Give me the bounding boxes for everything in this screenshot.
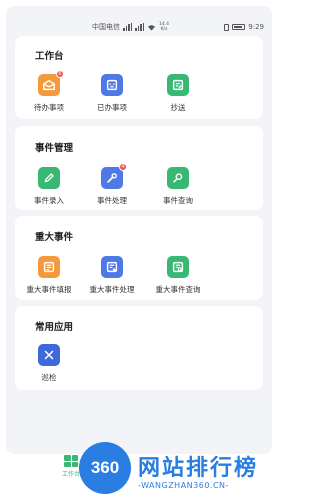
todo-label: 待办事项 — [34, 103, 64, 112]
section-major-events: 重大事件 重大事件填报 重大事件处理 重大事件查询 — [15, 216, 263, 300]
inspection-button[interactable]: 巡检 — [19, 344, 79, 383]
form-edit-icon — [38, 256, 60, 278]
cc-label: 抄送 — [170, 103, 186, 112]
major-event-report-button[interactable]: 重大事件填报 — [19, 256, 79, 295]
event-handle-label: 事件处理 — [97, 196, 127, 205]
wifi-icon — [148, 24, 155, 31]
event-handle-badge: 4 — [119, 163, 127, 171]
section-workbench: 工作台 6 待办事项 已办事项 抄送 — [15, 36, 263, 119]
todo-badge: 6 — [56, 70, 64, 78]
section-title: 事件管理 — [35, 143, 74, 154]
event-query-button[interactable]: 事件查询 — [148, 167, 208, 206]
major-event-query-label: 重大事件查询 — [155, 285, 201, 294]
watermark-logo-text: 360 — [90, 458, 120, 477]
signal-icon-2 — [135, 23, 144, 31]
event-entry-label: 事件录入 — [34, 196, 64, 205]
signal-icon — [123, 23, 132, 31]
section-event-management: 事件管理 事件录入 4 事件处理 事件查询 — [15, 126, 263, 210]
section-common-apps: 常用应用 巡检 — [15, 306, 263, 390]
network-speed-unit: K/s — [160, 27, 168, 32]
carrier-name: 中国电信 — [92, 23, 120, 31]
todo-items-button[interactable]: 6 待办事项 — [19, 70, 79, 113]
section-title: 常用应用 — [35, 322, 74, 333]
network-speed: 14.4 K/s — [159, 22, 169, 32]
watermark: 360 网站排行榜 -WANGZHAN360.CN- — [68, 440, 281, 500]
form-search-icon — [167, 256, 189, 278]
search-icon — [167, 167, 189, 189]
section-title: 重大事件 — [35, 232, 74, 243]
battery-icon — [232, 24, 246, 30]
form-process-icon — [101, 256, 123, 278]
watermark-title: 网站排行榜 — [138, 456, 259, 481]
inspection-label: 巡检 — [41, 373, 57, 382]
vibrate-icon — [224, 23, 230, 31]
mail-open-icon: 6 — [38, 70, 64, 96]
event-handle-button[interactable]: 4 事件处理 — [82, 163, 142, 206]
watermark-logo: 360 — [79, 442, 131, 494]
edit-document-icon — [167, 74, 189, 96]
pencil-icon — [38, 167, 60, 189]
section-title: 工作台 — [35, 51, 64, 62]
status-bar: 中国电信 14.4 K/s 9:29 — [92, 20, 264, 34]
app-screen: 中国电信 14.4 K/s 9:29 工作台 6 待办事项 已办事项 抄送 事件… — [6, 6, 272, 454]
major-event-report-label: 重大事件填报 — [26, 285, 72, 294]
tools-icon — [38, 344, 60, 366]
major-event-handle-label: 重大事件处理 — [89, 285, 135, 294]
wrench-icon: 4 — [101, 163, 127, 189]
clock-time: 9:29 — [248, 23, 264, 31]
major-event-query-button[interactable]: 重大事件查询 — [148, 256, 208, 295]
event-entry-button[interactable]: 事件录入 — [19, 167, 79, 206]
major-event-handle-button[interactable]: 重大事件处理 — [82, 256, 142, 295]
event-query-label: 事件查询 — [163, 196, 193, 205]
done-items-button[interactable]: 已办事项 — [82, 74, 142, 113]
cc-button[interactable]: 抄送 — [148, 74, 208, 113]
watermark-subtitle: -WANGZHAN360.CN- — [138, 481, 229, 490]
done-label: 已办事项 — [97, 103, 127, 112]
message-icon — [101, 74, 123, 96]
